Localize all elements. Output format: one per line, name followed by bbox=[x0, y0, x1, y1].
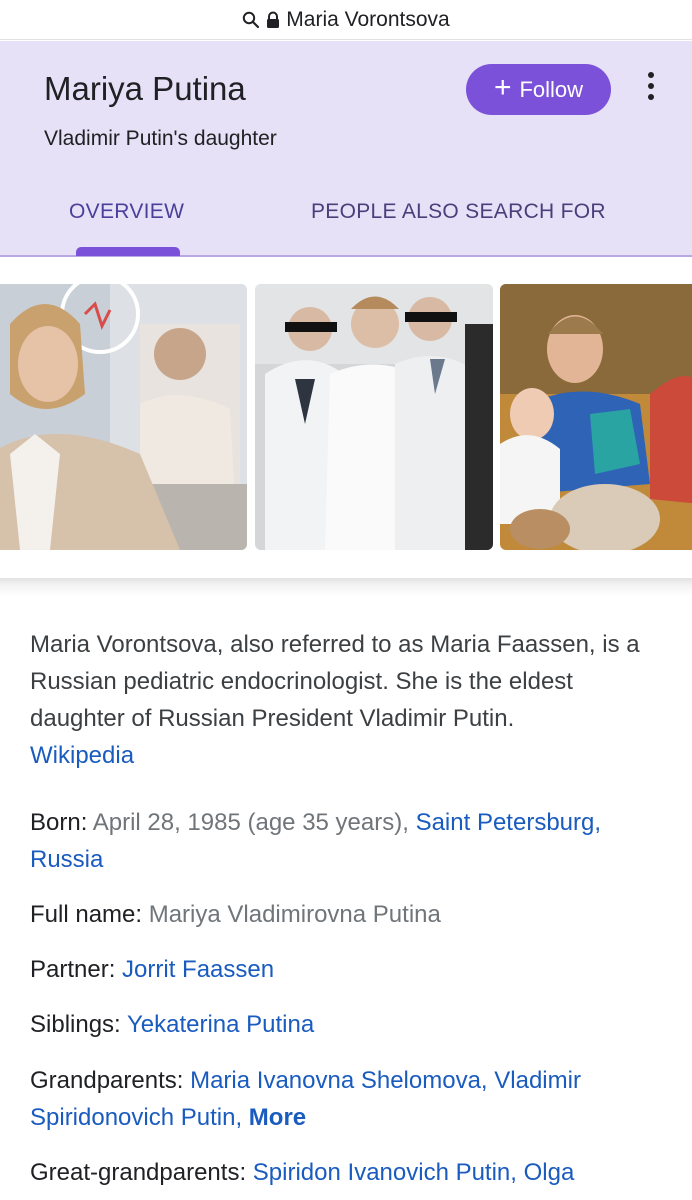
image-thumbnail-3[interactable] bbox=[500, 284, 692, 550]
active-tab-indicator bbox=[76, 247, 180, 256]
fact-partner: Partner: Jorrit Faassen bbox=[30, 951, 670, 988]
url-bar[interactable]: Maria Vorontsova bbox=[0, 0, 692, 40]
sibling-link[interactable]: Yekaterina Putina bbox=[127, 1011, 314, 1038]
panel-title: Mariya Putina bbox=[44, 70, 246, 107]
fact-full-name-label: Full name: bbox=[30, 901, 143, 928]
plus-icon: + bbox=[493, 71, 512, 104]
fact-siblings: Siblings: Yekaterina Putina bbox=[30, 1006, 670, 1043]
fact-full-name: Full name: Mariya Vladimirovna Putina bbox=[30, 896, 670, 933]
image-carousel[interactable] bbox=[0, 258, 692, 578]
more-vert-icon[interactable] bbox=[636, 66, 666, 106]
lock-icon bbox=[266, 11, 280, 29]
url-text: Maria Vorontsova bbox=[286, 7, 450, 31]
image-thumbnail-2[interactable] bbox=[255, 284, 493, 550]
great-grandparent-separator: , bbox=[510, 1159, 524, 1186]
description: Maria Vorontsova, also referred to as Ma… bbox=[30, 626, 670, 774]
description-text: Maria Vorontsova, also referred to as Ma… bbox=[30, 631, 640, 732]
grandparent-separator-2: , bbox=[235, 1104, 249, 1131]
fact-great-grandparents-label: Great-grandparents: bbox=[30, 1159, 247, 1186]
fact-born-value: April 28, 1985 (age 35 years), bbox=[92, 809, 409, 836]
section-divider bbox=[0, 578, 692, 596]
grandparents-more-link[interactable]: More bbox=[249, 1104, 306, 1131]
image-thumbnail-1[interactable] bbox=[0, 284, 247, 550]
grandparent-link-1[interactable]: Maria Ivanovna Shelomova bbox=[190, 1067, 481, 1094]
wikipedia-link[interactable]: Wikipedia bbox=[30, 742, 134, 769]
fact-grandparents: Grandparents: Maria Ivanovna Shelomova, … bbox=[30, 1062, 670, 1136]
fact-great-grandparents: Great-grandparents: Spiridon Ivanovich P… bbox=[30, 1154, 670, 1191]
grandparent-separator: , bbox=[480, 1067, 495, 1094]
follow-button[interactable]: + Follow bbox=[466, 64, 611, 115]
search-icon bbox=[242, 11, 260, 29]
great-grandparent-link-2[interactable]: Olga bbox=[524, 1159, 575, 1186]
fact-siblings-label: Siblings: bbox=[30, 1011, 121, 1038]
fact-born-label: Born: bbox=[30, 809, 88, 836]
tab-people-also-search-for[interactable]: PEOPLE ALSO SEARCH FOR bbox=[311, 200, 606, 224]
fact-grandparents-label: Grandparents: bbox=[30, 1067, 184, 1094]
follow-label: Follow bbox=[519, 76, 584, 102]
fact-born: Born: April 28, 1985 (age 35 years), Sai… bbox=[30, 804, 670, 878]
fact-partner-label: Partner: bbox=[30, 956, 116, 983]
panel-subtitle: Vladimir Putin's daughter bbox=[44, 127, 277, 150]
partner-link[interactable]: Jorrit Faassen bbox=[122, 956, 274, 983]
great-grandparent-link-1[interactable]: Spiridon Ivanovich Putin bbox=[253, 1159, 510, 1186]
fact-full-name-value: Mariya Vladimirovna Putina bbox=[148, 901, 441, 928]
tab-overview[interactable]: OVERVIEW bbox=[69, 200, 184, 224]
